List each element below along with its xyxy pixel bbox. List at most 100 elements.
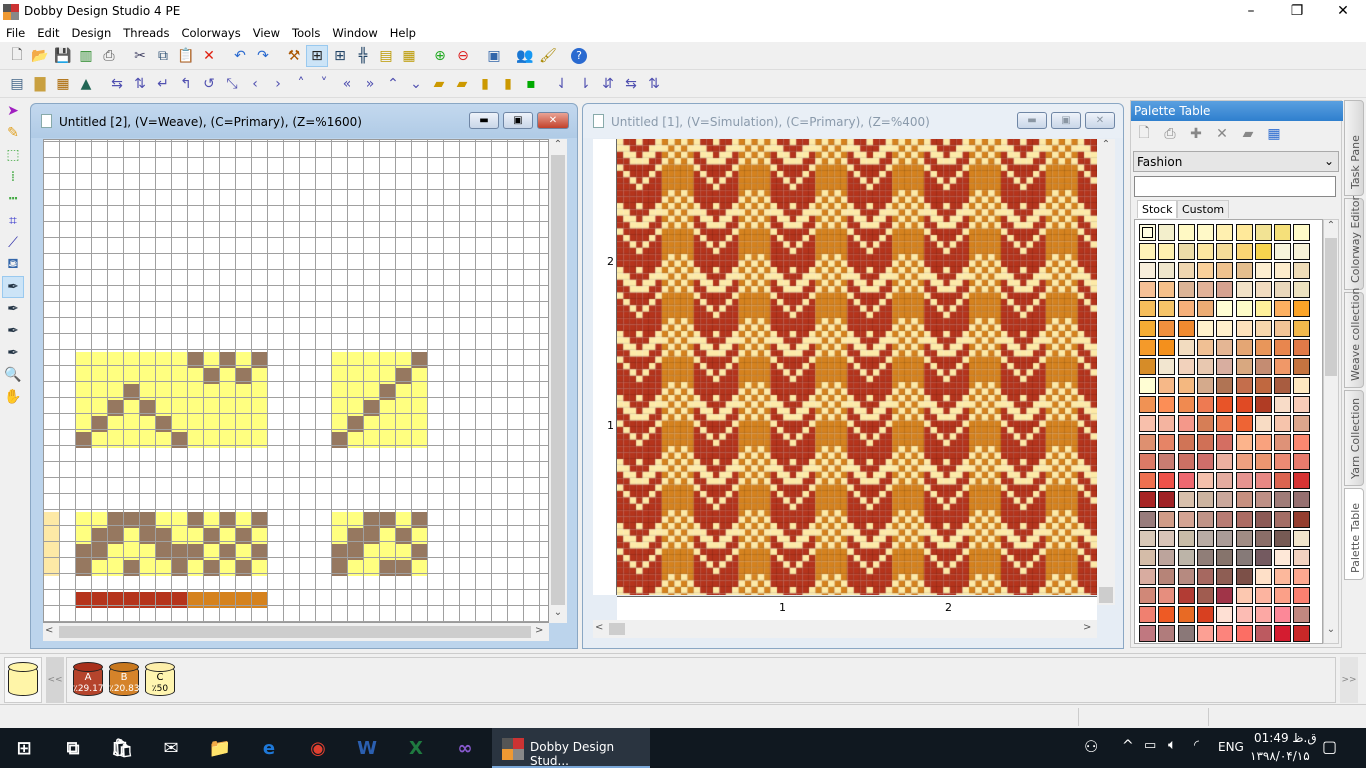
palette-swatch[interactable] <box>1177 453 1195 471</box>
people-icon[interactable]: ⚇ <box>1084 737 1098 756</box>
clock-date[interactable]: ۱۳۹۸/۰۴/۱۵ <box>1250 749 1310 763</box>
scroll-thumb[interactable] <box>551 155 565 605</box>
palette-swatch[interactable] <box>1274 357 1292 375</box>
palette-swatch[interactable] <box>1254 357 1272 375</box>
palette-swatch[interactable] <box>1196 510 1214 528</box>
palette-swatch[interactable] <box>1254 395 1272 413</box>
maximize-button[interactable]: ❐ <box>1274 0 1320 24</box>
palette-swatch[interactable] <box>1177 357 1195 375</box>
side-tab-weave-collection[interactable]: Weave collection <box>1344 288 1364 388</box>
double-left-button[interactable]: « <box>336 73 358 95</box>
palette-swatch[interactable] <box>1139 338 1156 356</box>
palette-swatch[interactable] <box>1216 243 1234 261</box>
flip-diagonal-button[interactable]: ⤡ <box>221 73 243 95</box>
palette-swatch[interactable] <box>1293 281 1311 299</box>
rotate-left-button[interactable]: ↺ <box>198 73 220 95</box>
palette-swatch[interactable] <box>1158 395 1176 413</box>
tieup-view-button[interactable]: ▤ <box>375 45 397 67</box>
palette-add-button[interactable]: ✚ <box>1185 123 1207 145</box>
palette-swatch[interactable] <box>1158 491 1176 509</box>
palette-swatch[interactable] <box>1293 491 1311 509</box>
scroll-thumb[interactable] <box>609 623 625 635</box>
double-up-button[interactable]: ⌃ <box>382 73 404 95</box>
shift-right-button[interactable]: › <box>267 73 289 95</box>
palette-swatch[interactable] <box>1158 472 1176 490</box>
scroll-left-icon[interactable]: < <box>45 625 53 636</box>
palette-swatch[interactable] <box>1177 567 1195 585</box>
palette-swatch[interactable] <box>1139 453 1156 471</box>
palette-swatch[interactable] <box>1139 376 1156 394</box>
palette-swatch[interactable] <box>1139 529 1156 547</box>
taskbar-file-explorer[interactable]: 📁 <box>196 728 244 768</box>
sim-restore-button[interactable]: ▣ <box>1051 112 1081 129</box>
palette-swatch[interactable] <box>1235 319 1253 337</box>
shift-down-button[interactable]: ˅ <box>313 73 335 95</box>
palette-set-select[interactable]: Fashion ⌄ <box>1133 151 1339 172</box>
palette-swatch[interactable] <box>1254 415 1272 432</box>
taskbar-word[interactable]: W <box>343 728 391 768</box>
palette-swatch[interactable] <box>1196 262 1214 280</box>
palette-swatch[interactable] <box>1139 586 1156 604</box>
side-tab-task-pane[interactable]: Task Pane <box>1344 100 1364 196</box>
warp-2-button[interactable]: ▰ <box>451 73 473 95</box>
chevron-up-icon[interactable]: ^ <box>1122 738 1134 754</box>
palette-swatch[interactable] <box>1235 586 1253 604</box>
palette-swatch[interactable] <box>1254 625 1272 643</box>
palette-swatch[interactable] <box>1274 548 1292 566</box>
palette-swatch[interactable] <box>1254 472 1272 490</box>
weft-2-button[interactable]: ▮ <box>497 73 519 95</box>
palette-copy-button[interactable]: ▰ <box>1237 123 1259 145</box>
fit-window-button[interactable]: ▣ <box>483 45 505 67</box>
brush-button[interactable]: 🖌 <box>537 45 559 67</box>
threading-view-button[interactable]: ╬ <box>352 45 374 67</box>
palette-swatch[interactable] <box>1177 243 1195 261</box>
palette-swatch[interactable] <box>1177 262 1195 280</box>
palette-swatch[interactable] <box>1216 376 1234 394</box>
side-tab-colorway-editor[interactable]: Colorway Editor <box>1344 196 1364 290</box>
palette-swatch[interactable] <box>1177 300 1195 318</box>
color-swap-4-button[interactable]: ⇆ <box>620 73 642 95</box>
enter-button[interactable]: ↵ <box>152 73 174 95</box>
palette-swatch[interactable] <box>1216 262 1234 280</box>
zoom-in-button[interactable]: ⊕ <box>429 45 451 67</box>
fabric-simulation[interactable] <box>617 139 1097 595</box>
palette-swatch[interactable] <box>1274 224 1292 241</box>
palette-swatch[interactable] <box>1274 586 1292 604</box>
palette-swatch[interactable] <box>1274 472 1292 490</box>
palette-new-button[interactable]: 🗋 <box>1133 123 1155 145</box>
palette-swatch[interactable] <box>1139 415 1156 432</box>
palette-swatch[interactable] <box>1216 625 1234 643</box>
taskbar-active-app[interactable]: Dobby Design Stud... <box>492 728 650 768</box>
menu-colorways[interactable]: Colorways <box>175 24 246 42</box>
palette-swatch[interactable] <box>1274 491 1292 509</box>
open-folder-button[interactable]: 📂 <box>29 45 51 67</box>
tool-pen-remove[interactable]: ✒ <box>2 320 24 342</box>
redo-button[interactable]: ↷ <box>252 45 274 67</box>
palette-swatch[interactable] <box>1254 262 1272 280</box>
palette-swatch[interactable] <box>1196 338 1214 356</box>
palette-swatch[interactable] <box>1254 510 1272 528</box>
palette-swatch[interactable] <box>1274 281 1292 299</box>
scroll-left-icon[interactable]: < <box>595 622 603 633</box>
palette-swatch[interactable] <box>1158 243 1176 261</box>
palette-swatch[interactable] <box>1158 300 1176 318</box>
color-swap-5-button[interactable]: ⇅ <box>643 73 665 95</box>
scroll-thumb[interactable] <box>59 626 531 638</box>
menu-help[interactable]: Help <box>384 24 422 42</box>
palette-swatch[interactable] <box>1235 300 1253 318</box>
palette-swatch[interactable] <box>1254 567 1272 585</box>
palette-swatch[interactable] <box>1139 224 1156 241</box>
palette-swatch[interactable] <box>1293 434 1311 452</box>
palette-swatch[interactable] <box>1158 357 1176 375</box>
palette-swatch[interactable] <box>1254 434 1272 452</box>
palette-swatch[interactable] <box>1254 491 1272 509</box>
palette-swatch[interactable] <box>1158 281 1176 299</box>
palette-swatch[interactable] <box>1196 395 1214 413</box>
palette-swatch[interactable] <box>1216 338 1234 356</box>
palette-swatch[interactable] <box>1177 548 1195 566</box>
palette-swatch[interactable] <box>1254 281 1272 299</box>
palette-swatch[interactable] <box>1274 243 1292 261</box>
palette-swatch[interactable] <box>1274 453 1292 471</box>
palette-swatch[interactable] <box>1196 300 1214 318</box>
volume-icon[interactable]: 🔈︎ <box>1168 737 1176 753</box>
